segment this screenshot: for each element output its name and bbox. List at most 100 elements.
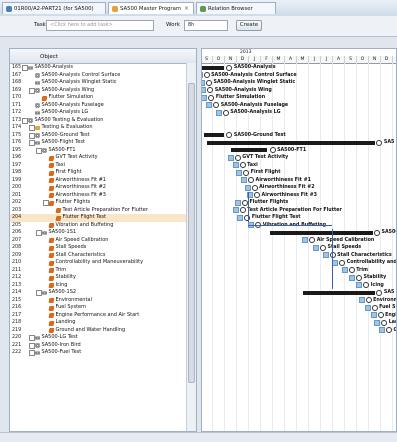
- tab-plan[interactable]: 01R00/A2-PART21 (for SA500): [2, 2, 106, 14]
- tree-item[interactable]: SA500-Analysis Winglet Static: [35, 79, 117, 87]
- tree-item[interactable]: SA500-1S2: [42, 289, 76, 297]
- tree-row[interactable]: 209Stall Characteristics: [10, 252, 186, 260]
- tree-row[interactable]: 205Vibration and Buffeting: [10, 222, 186, 230]
- tree-item[interactable]: Stall Characteristics: [49, 252, 105, 260]
- create-button[interactable]: Create: [236, 20, 262, 31]
- tree-scroll-thumb[interactable]: [188, 83, 195, 383]
- tree-row[interactable]: 210Controllability and Maneuverability: [10, 259, 186, 267]
- tree-item[interactable]: Icing: [49, 282, 67, 290]
- tree-item[interactable]: Vibration and Buffeting: [49, 222, 113, 230]
- tree-row[interactable]: 206SA500-1S1: [10, 229, 186, 237]
- tree-row[interactable]: 213Icing: [10, 282, 186, 290]
- tree-item[interactable]: SA500-Analysis Fuselage: [35, 102, 104, 110]
- tree-row[interactable]: 200Airworthiness Fit #2: [10, 184, 186, 192]
- tree-row[interactable]: 195SA500-FT1: [10, 147, 186, 155]
- tree-row[interactable]: 204Flutter Flight Test: [10, 214, 186, 222]
- close-icon[interactable]: ×: [184, 5, 189, 12]
- tree-row[interactable]: 208Stall Speeds: [10, 244, 186, 252]
- tree-item[interactable]: Fuel System: [49, 304, 86, 312]
- tree-item[interactable]: Air Speed Calibration: [49, 237, 108, 245]
- tree-row[interactable]: 202Flutter Flights: [10, 199, 186, 207]
- object-column-header[interactable]: Object: [10, 49, 196, 64]
- tree-scrollbar[interactable]: [186, 63, 196, 431]
- summary-bar[interactable]: [303, 291, 375, 295]
- tree-row[interactable]: 218Landing: [10, 319, 186, 327]
- tree-item[interactable]: Flutter Flight Test: [56, 214, 106, 222]
- task-input[interactable]: <Click here to add task>: [46, 20, 154, 31]
- task-bar[interactable]: [365, 305, 371, 311]
- tree-row[interactable]: 198First Flight: [10, 169, 186, 177]
- tree-row[interactable]: 203Test Article Preparation For Flutter: [10, 207, 186, 215]
- task-bar[interactable]: [342, 267, 348, 273]
- task-bar[interactable]: [228, 155, 234, 161]
- tree-item[interactable]: SA500-Fuel Test: [35, 349, 81, 357]
- tree-item[interactable]: SA500-Ground Test: [35, 132, 90, 140]
- tree-item[interactable]: SA500-Analysis Wing: [35, 87, 94, 95]
- tree-item[interactable]: SA500-FT1: [42, 147, 76, 155]
- summary-bar[interactable]: [204, 133, 224, 137]
- tree-row[interactable]: 169SA500-Analysis Wing: [10, 87, 186, 95]
- summary-bar[interactable]: [207, 141, 375, 145]
- task-bar[interactable]: [233, 162, 239, 168]
- summary-bar[interactable]: [270, 231, 373, 235]
- task-bar[interactable]: [359, 297, 365, 303]
- tree-item[interactable]: SA500 Testing & Evaluation: [28, 117, 103, 125]
- tree-item[interactable]: Testing & Evaluation: [35, 124, 93, 132]
- tree-item[interactable]: Stability: [49, 274, 76, 282]
- tree-item[interactable]: Environmental: [49, 297, 92, 305]
- tree-item[interactable]: Airworthiness Fit #2: [49, 184, 106, 192]
- tree-item[interactable]: Airworthiness Fit #1: [49, 177, 106, 185]
- task-bar[interactable]: [374, 320, 380, 326]
- tree-row[interactable]: 170Flutter Simulation: [10, 94, 186, 102]
- tree-row[interactable]: 217Engine Performance and Air Start: [10, 312, 186, 320]
- tree-row[interactable]: 201Airworthiness Fit #3: [10, 192, 186, 200]
- tree-item[interactable]: SA500-1S1: [42, 229, 76, 237]
- tree-row[interactable]: 171SA500-Analysis Fuselage: [10, 102, 186, 110]
- tree-item[interactable]: Controllability and Maneuverability: [49, 259, 143, 267]
- tree-row[interactable]: 221SA500-Iron Bird: [10, 342, 186, 350]
- task-bar[interactable]: [201, 80, 205, 86]
- tree-row[interactable]: 168SA500-Analysis Winglet Static: [10, 79, 186, 87]
- work-input[interactable]: 8h: [184, 20, 228, 31]
- tree-row[interactable]: 215Environmental: [10, 297, 186, 305]
- task-bar[interactable]: [216, 110, 222, 116]
- tree-row[interactable]: 219Ground and Water Handling: [10, 327, 186, 335]
- tree-item[interactable]: SA500-Analysis: [28, 64, 73, 72]
- tree-item[interactable]: GVT Test Activity: [49, 154, 98, 162]
- summary-bar[interactable]: [231, 148, 267, 152]
- tree-row[interactable]: 216Fuel System: [10, 304, 186, 312]
- tree-row[interactable]: 167SA500-Analysis Control Surface: [10, 72, 186, 80]
- task-bar[interactable]: [206, 102, 212, 108]
- tree-row[interactable]: 196GVT Test Activity: [10, 154, 186, 162]
- task-bar[interactable]: [323, 252, 329, 258]
- tree-row[interactable]: 176SA500-Flight Test: [10, 139, 186, 147]
- task-bar[interactable]: [237, 215, 243, 221]
- tree-row[interactable]: 222SA500-Fuel Test: [10, 349, 186, 357]
- tree-item[interactable]: Stall Speeds: [49, 244, 86, 252]
- tree-item[interactable]: SA500-Analysis Control Surface: [35, 72, 120, 80]
- tree-row[interactable]: 175SA500-Ground Test: [10, 132, 186, 140]
- tree-item[interactable]: Landing: [49, 319, 75, 327]
- tree-row[interactable]: 165SA500-Analysis: [10, 64, 186, 72]
- task-bar[interactable]: [371, 312, 377, 318]
- tree-item[interactable]: SA500-LG Test: [35, 334, 78, 342]
- tree-row[interactable]: 220SA500-LG Test: [10, 334, 186, 342]
- tree-item[interactable]: SA500-Flight Test: [35, 139, 85, 147]
- tree-row[interactable]: 197Taxi: [10, 162, 186, 170]
- tab-relation-browser[interactable]: Relation Browser: [196, 2, 276, 14]
- task-bar[interactable]: [201, 95, 207, 101]
- task-bar[interactable]: [302, 237, 308, 243]
- tree-item[interactable]: Flutter Flights: [49, 199, 90, 207]
- tree-item[interactable]: Trim: [49, 267, 66, 275]
- tree-item[interactable]: Taxi: [49, 162, 65, 170]
- task-bar[interactable]: [235, 200, 241, 206]
- tree-item[interactable]: Airworthiness Fit #3: [49, 192, 106, 200]
- tree-row[interactable]: 173SA500 Testing & Evaluation: [10, 117, 186, 125]
- tab-master-program[interactable]: SA500 Master Program ×: [108, 2, 194, 14]
- tree-row[interactable]: 172SA500-Analysis LG: [10, 109, 186, 117]
- task-bar[interactable]: [241, 177, 247, 183]
- tree-row[interactable]: 211Trim: [10, 267, 186, 275]
- task-bar[interactable]: [245, 185, 251, 191]
- tree-item[interactable]: Test Article Preparation For Flutter: [56, 207, 148, 215]
- task-bar[interactable]: [201, 72, 203, 78]
